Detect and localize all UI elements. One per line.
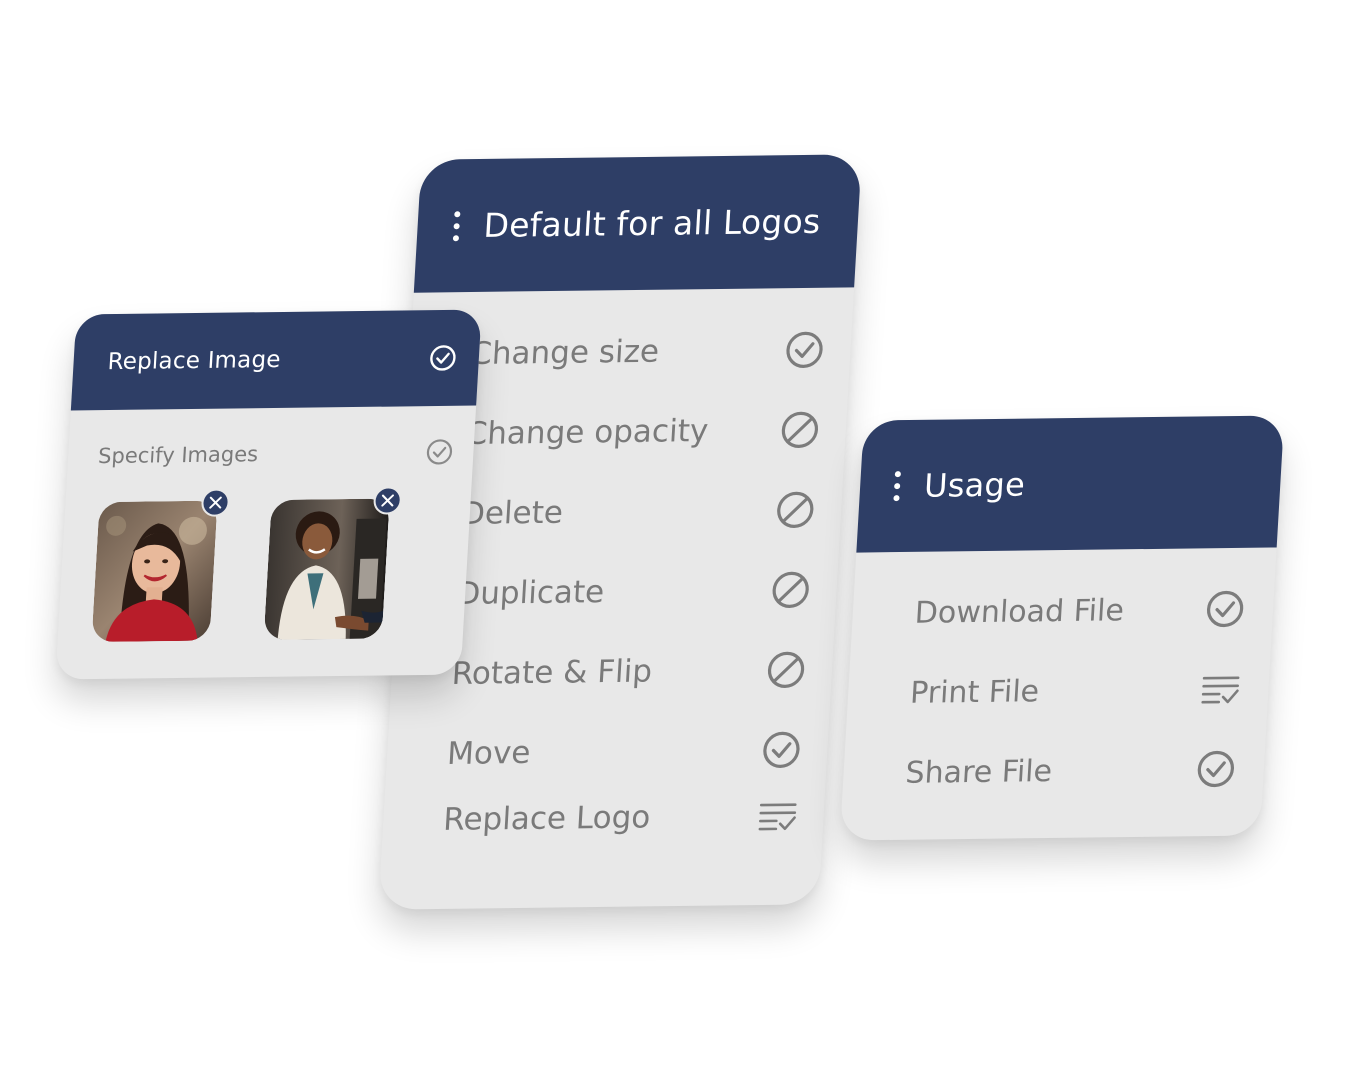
replace-image-title: Replace Image: [106, 346, 282, 376]
specify-images-row[interactable]: Specify Images: [67, 432, 475, 477]
option-label: Download File: [913, 592, 1125, 631]
option-label: Replace Logo: [442, 799, 652, 838]
default-logos-title: Default for all Logos: [482, 201, 822, 245]
forbidden-icon[interactable]: [765, 650, 807, 690]
option-label: Delete: [459, 494, 565, 532]
check-circle-icon[interactable]: [425, 438, 455, 466]
remove-image-button[interactable]: [372, 486, 403, 515]
specify-images-label: Specify Images: [97, 442, 259, 469]
option-row[interactable]: Print File: [847, 663, 1270, 718]
image-thumbnail[interactable]: [263, 498, 390, 640]
option-label: Duplicate: [455, 574, 606, 612]
option-row[interactable]: Replace Logo: [382, 790, 825, 845]
kebab-menu-icon[interactable]: [893, 471, 902, 502]
check-circle-icon[interactable]: [428, 344, 458, 372]
check-circle-icon[interactable]: [760, 730, 802, 770]
forbidden-icon[interactable]: [779, 410, 821, 450]
option-label: Change opacity: [464, 413, 710, 452]
replace-image-card: Replace Image Specify Images: [55, 309, 482, 680]
check-circle-icon[interactable]: [783, 330, 825, 370]
option-label: Rotate & Flip: [450, 653, 654, 692]
option-row[interactable]: Download File: [851, 583, 1274, 638]
businesswoman-photo: [263, 498, 390, 640]
default-logos-header: Default for all Logos: [413, 154, 862, 293]
option-row[interactable]: Move: [386, 724, 829, 779]
usage-card: Usage Download File Print File Share Fil…: [839, 415, 1285, 841]
usage-title: Usage: [923, 465, 1027, 505]
list-check-icon[interactable]: [756, 796, 798, 836]
option-label: Change size: [469, 333, 661, 372]
woman-photo: [91, 500, 218, 643]
remove-image-button[interactable]: [200, 488, 231, 517]
usage-header: Usage: [856, 415, 1285, 553]
close-icon: [381, 494, 394, 507]
list-check-icon[interactable]: [1199, 669, 1241, 709]
option-label: Print File: [909, 673, 1041, 711]
check-circle-icon[interactable]: [1204, 589, 1246, 629]
replace-image-header[interactable]: Replace Image: [70, 309, 482, 411]
option-label: Move: [446, 734, 532, 772]
forbidden-icon[interactable]: [770, 570, 812, 610]
check-circle-icon[interactable]: [1195, 749, 1237, 789]
option-label: Share File: [904, 753, 1054, 791]
image-thumbnail[interactable]: [91, 500, 218, 643]
close-icon: [209, 496, 222, 509]
forbidden-icon[interactable]: [774, 490, 816, 530]
kebab-menu-icon[interactable]: [452, 210, 461, 241]
option-row[interactable]: Share File: [842, 743, 1265, 798]
